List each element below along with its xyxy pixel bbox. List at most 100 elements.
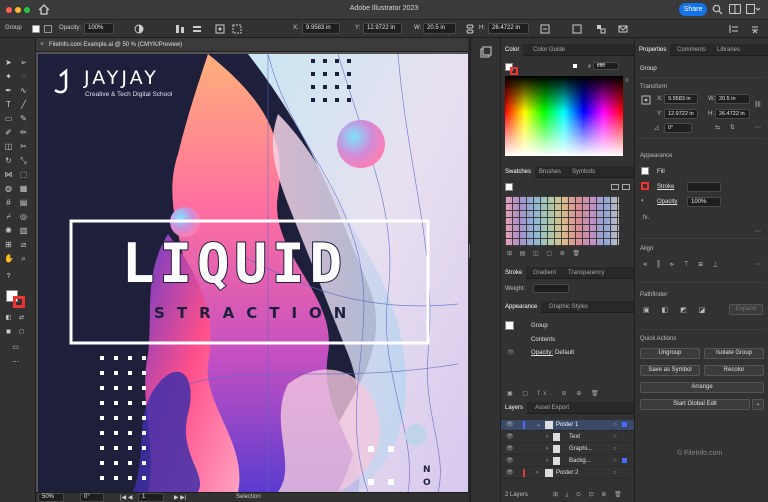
- pathfinder-buttons-icon[interactable]: ▣ ◧ ◩ ◪: [643, 306, 710, 314]
- slice-tool-icon[interactable]: ⧄: [19, 240, 28, 249]
- flip-icons[interactable]: ⇆ ⇅: [715, 124, 739, 131]
- search-icon[interactable]: [712, 4, 723, 15]
- fill-label[interactable]: Fill: [657, 169, 665, 175]
- layer-row-poster-2[interactable]: 👁 › Poster 2 ○: [501, 468, 635, 479]
- fill-swatch[interactable]: [641, 167, 649, 175]
- shape-builder-tool-icon[interactable]: ◍: [4, 184, 13, 193]
- tab-layers[interactable]: Layers: [501, 402, 528, 414]
- artboard-nav-arrows-icon[interactable]: |◀ ◀: [120, 494, 132, 501]
- layer-name[interactable]: Poster 2: [556, 468, 578, 478]
- swatch-fill-indicator[interactable]: [505, 183, 513, 191]
- tab-symbols[interactable]: Symbols: [568, 166, 599, 178]
- shape-icon[interactable]: [572, 24, 582, 34]
- tab-swatches[interactable]: Swatches: [501, 166, 536, 178]
- color-mode-icon[interactable]: ◼: [4, 328, 13, 337]
- artboard-number-field[interactable]: 1: [138, 493, 164, 502]
- tab-properties[interactable]: Properties: [635, 44, 671, 56]
- free-transform-tool-icon[interactable]: ⬚: [19, 170, 28, 179]
- workspace-switcher-icon[interactable]: [746, 4, 760, 15]
- scale-tool-icon[interactable]: ⤡: [19, 156, 28, 165]
- layer-row-text[interactable]: 👁 › Text ○: [501, 432, 635, 443]
- target-circle-icon[interactable]: ○: [613, 420, 617, 430]
- isolate-icon[interactable]: [596, 24, 606, 34]
- visibility-eye-icon[interactable]: 👁: [506, 468, 514, 478]
- tab-transparency[interactable]: Transparency: [564, 267, 608, 279]
- target-circle-icon[interactable]: ○: [613, 456, 617, 466]
- color-stroke-swatch[interactable]: [510, 67, 518, 75]
- align-more-icon[interactable]: ⋯: [755, 261, 761, 268]
- swatch-list-view-icon[interactable]: [611, 184, 619, 190]
- tab-appearance[interactable]: Appearance: [501, 301, 542, 313]
- hand-tool-icon[interactable]: ✋: [4, 254, 14, 263]
- stroke-weight-field[interactable]: [687, 182, 721, 192]
- width-field[interactable]: 20.5 in: [423, 23, 456, 34]
- save-as-symbol-button[interactable]: Save as Symbol: [640, 365, 700, 376]
- arrange-documents-icon[interactable]: [729, 4, 741, 15]
- artboard-next-arrows-icon[interactable]: ▶ ▶|: [174, 494, 186, 501]
- stroke-swatch[interactable]: [44, 25, 52, 33]
- expand-chevron-icon[interactable]: ›: [536, 468, 538, 478]
- symbol-sprayer-tool-icon[interactable]: ✺: [4, 226, 13, 235]
- mesh-tool-icon[interactable]: #: [4, 198, 13, 207]
- constrain-proportions-icon[interactable]: [466, 24, 474, 34]
- layer-name[interactable]: Text: [569, 432, 580, 442]
- visibility-eye-icon[interactable]: 👁: [506, 444, 514, 454]
- appearance-actions-icon[interactable]: ▣ ▢ fx. ⊘ ⊕ 🗑: [507, 390, 603, 397]
- color-spectrum[interactable]: [505, 76, 623, 156]
- eraser-tool-icon[interactable]: ◫: [4, 142, 13, 151]
- y-position-field[interactable]: 12.9722 in: [363, 23, 402, 34]
- stroke-label[interactable]: Stroke: [657, 184, 674, 190]
- align-buttons-icon[interactable]: ⫷ ⫼ ⫸ ⊤ ⊞ ⊥: [643, 261, 721, 269]
- pencil-tool-icon[interactable]: ✏: [19, 128, 28, 137]
- shaper-tool-icon[interactable]: ✐: [4, 128, 13, 137]
- layer-actions-icon[interactable]: ⊞ ⤓ ⊙ ⊡ ⊕ 🗑: [553, 491, 625, 499]
- appearance-opacity-label[interactable]: Opacity:: [531, 350, 553, 356]
- opacity-field[interactable]: 100%: [84, 23, 114, 34]
- rotation-field[interactable]: 0°: [80, 493, 104, 502]
- align-icon[interactable]: [175, 24, 185, 34]
- isolate-group-button[interactable]: Isolate Group: [704, 348, 764, 359]
- rectangle-tool-icon[interactable]: ▭: [4, 114, 13, 123]
- swatch-panel-actions-icon[interactable]: ⊞ ▤ ◫ ▢ ⊕ 🗑: [507, 250, 583, 257]
- gradient-tool-icon[interactable]: ▤: [19, 198, 28, 207]
- global-edit-options-chevron-icon[interactable]: ⌄: [752, 399, 764, 410]
- selection-square-icon[interactable]: [622, 458, 627, 463]
- more-options-icon[interactable]: ⋯: [755, 124, 761, 131]
- x-field[interactable]: 9.9583 in: [664, 94, 698, 104]
- reference-point-icon[interactable]: [215, 24, 225, 34]
- reference-point-icon[interactable]: [641, 95, 651, 105]
- more-options-icon[interactable]: [750, 24, 760, 34]
- eyedropper-tool-icon[interactable]: ⌿: [4, 212, 13, 221]
- swap-colors-icon[interactable]: ⇄: [17, 314, 26, 323]
- tab-graphic-styles[interactable]: Graphic Styles: [545, 301, 592, 313]
- panel-dock-icon[interactable]: [480, 46, 492, 58]
- expand-button[interactable]: Expand: [729, 304, 763, 315]
- paintbrush-tool-icon[interactable]: ✎: [19, 114, 28, 123]
- selection-square-icon[interactable]: [622, 422, 627, 427]
- visibility-eye-icon[interactable]: 👁: [506, 432, 514, 442]
- draw-mode-icon[interactable]: ◻: [17, 328, 26, 337]
- opacity-label[interactable]: Opacity: [657, 199, 677, 205]
- hex-field[interactable]: ffffff: [593, 62, 619, 70]
- layer-row-background[interactable]: 👁 › Backg... ○: [501, 456, 635, 467]
- tab-stroke[interactable]: Stroke: [501, 267, 527, 279]
- panel-menu-icon[interactable]: [728, 23, 740, 35]
- y-field[interactable]: 12.9722 in: [664, 109, 698, 119]
- tab-brushes[interactable]: Brushes: [535, 166, 565, 178]
- w-field[interactable]: 20.5 in: [715, 94, 750, 104]
- transform-icon[interactable]: [232, 24, 242, 34]
- share-button[interactable]: Share: [679, 3, 707, 16]
- column-graph-tool-icon[interactable]: ▥: [19, 226, 28, 235]
- layer-name[interactable]: Graphi...: [569, 444, 592, 454]
- pen-tool-icon[interactable]: ✒: [4, 86, 13, 95]
- current-tool-label[interactable]: Selection: [236, 494, 261, 500]
- swatch-grid[interactable]: [505, 196, 619, 246]
- appearance-visibility-icon[interactable]: 👁: [507, 349, 515, 356]
- fill-swatch[interactable]: [32, 25, 40, 33]
- default-colors-icon[interactable]: ◧: [4, 314, 13, 323]
- help-icon[interactable]: ?: [4, 272, 13, 281]
- tab-color[interactable]: Color: [501, 44, 524, 56]
- artboard-tool-icon[interactable]: ⊞: [4, 240, 13, 249]
- curvature-tool-icon[interactable]: ∿: [19, 86, 28, 95]
- expand-chevron-icon[interactable]: ⌄: [536, 420, 541, 430]
